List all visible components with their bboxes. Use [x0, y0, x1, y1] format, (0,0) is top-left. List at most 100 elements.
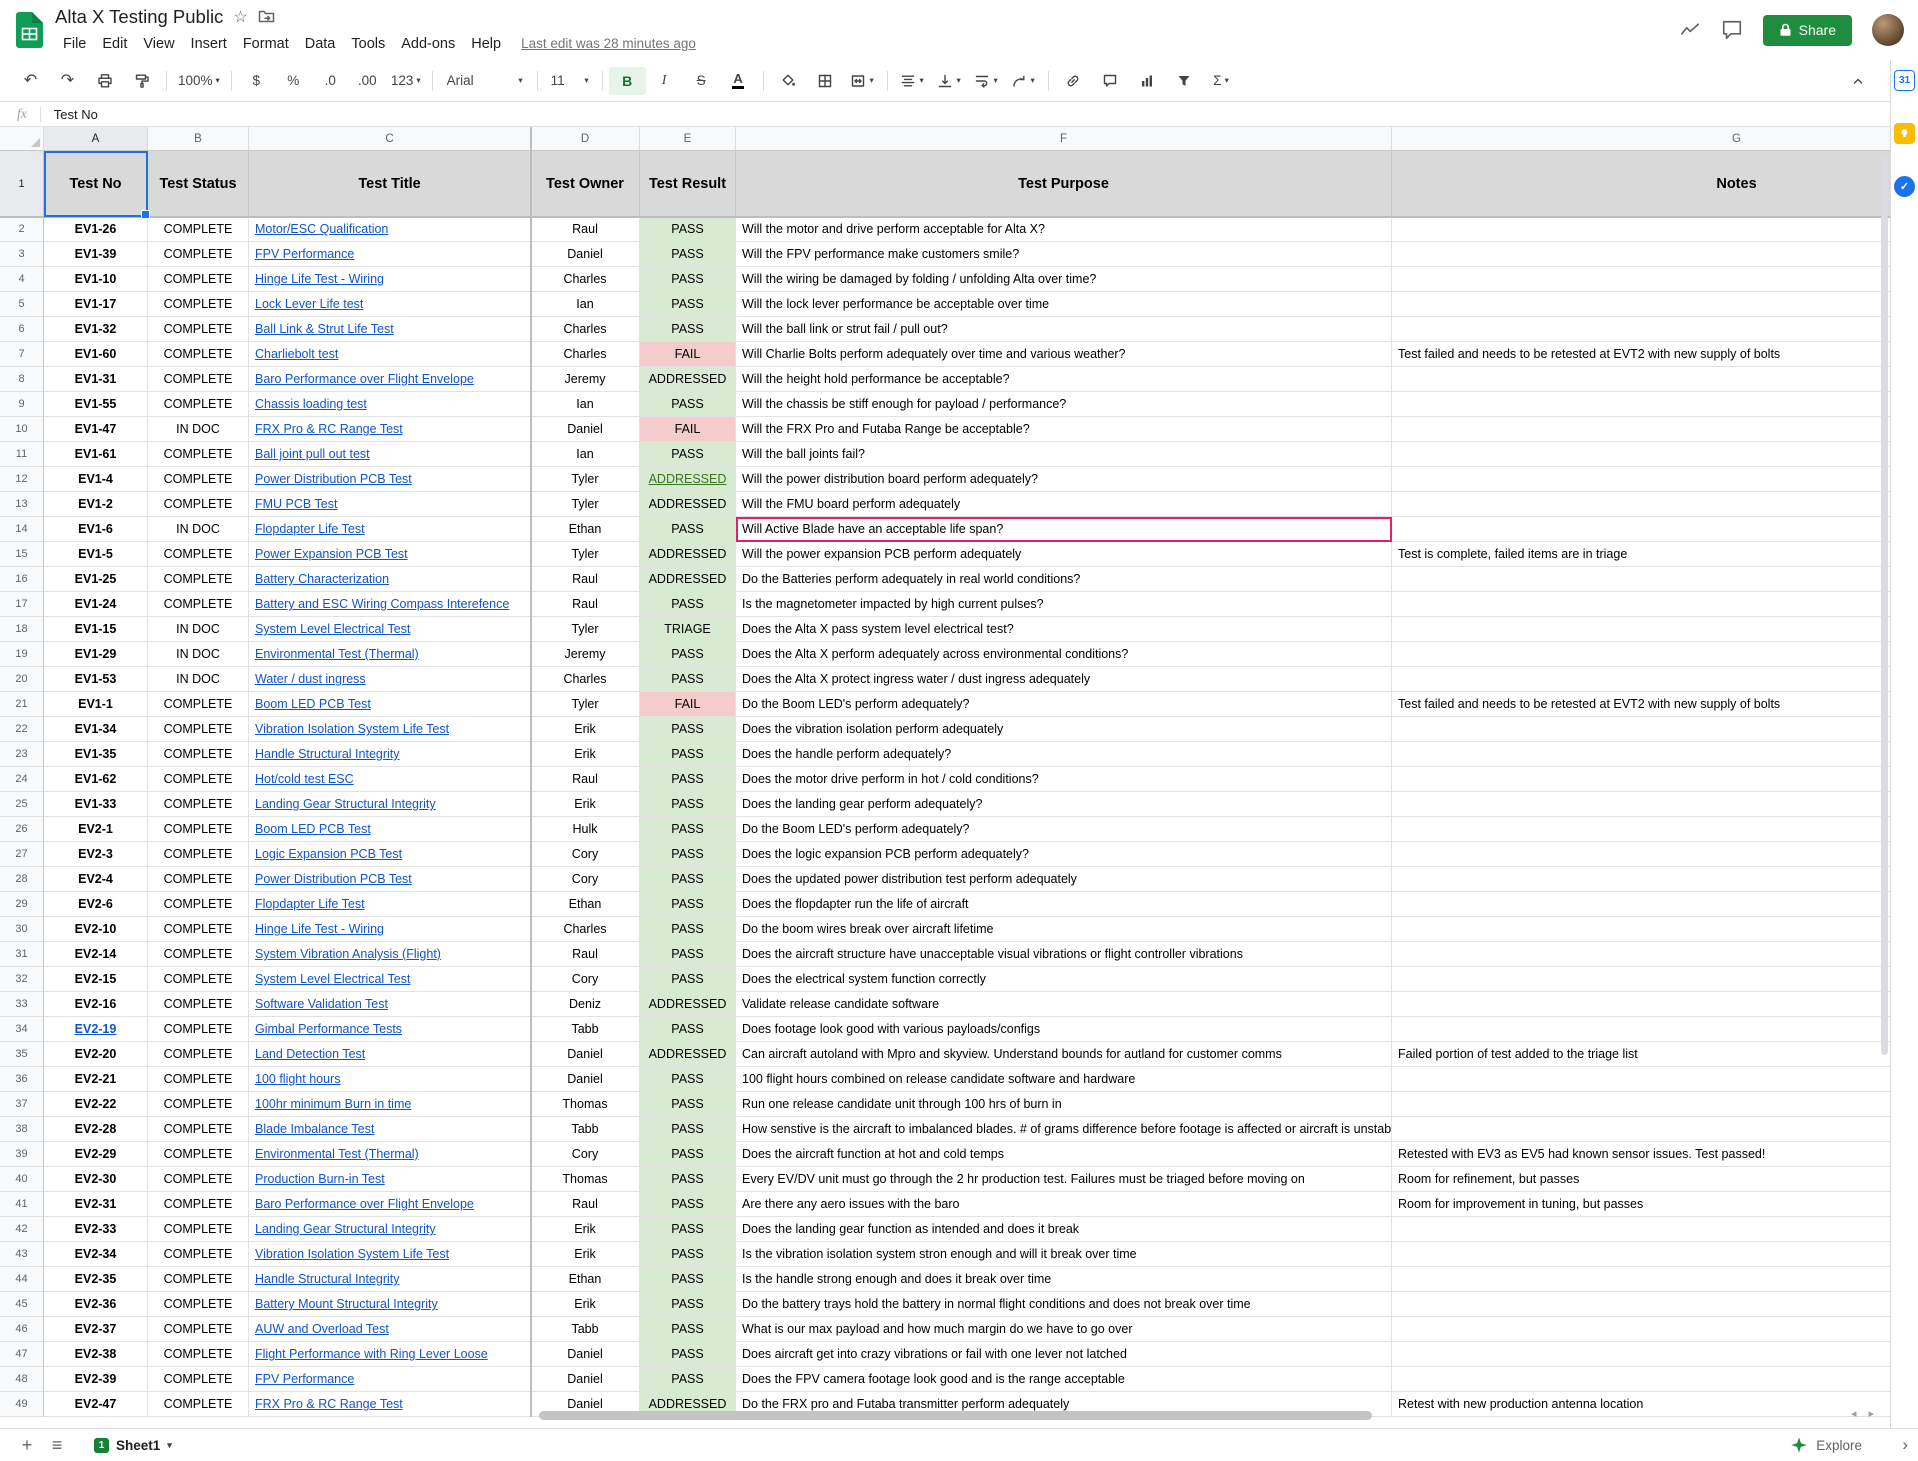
cell-F42[interactable]: Does the landing gear function as intend…	[736, 1217, 1392, 1242]
row-header-45[interactable]: 45	[0, 1292, 44, 1317]
cell-E16[interactable]: ADDRESSED	[640, 567, 736, 592]
keep-icon[interactable]	[1894, 123, 1915, 144]
cell-G37[interactable]	[1392, 1092, 1890, 1117]
cell-B41[interactable]: COMPLETE	[148, 1192, 249, 1217]
row-header-3[interactable]: 3	[0, 242, 44, 267]
cell-F4[interactable]: Will the wiring be damaged by folding / …	[736, 267, 1392, 292]
test-title-link[interactable]: FPV Performance	[255, 1372, 354, 1386]
test-title-link[interactable]: Hinge Life Test - Wiring	[255, 272, 384, 286]
horizontal-scrollbar[interactable]	[539, 1411, 1372, 1420]
last-edit-link[interactable]: Last edit was 28 minutes ago	[521, 36, 696, 51]
cell-B22[interactable]: COMPLETE	[148, 717, 249, 742]
cell-F25[interactable]: Does the landing gear perform adequately…	[736, 792, 1392, 817]
cell-F5[interactable]: Will the lock lever performance be accep…	[736, 292, 1392, 317]
cell-D32[interactable]: Cory	[531, 967, 640, 992]
test-title-link[interactable]: Water / dust ingress	[255, 672, 366, 686]
cell-F31[interactable]: Does the aircraft structure have unaccep…	[736, 942, 1392, 967]
cell-F12[interactable]: Will the power distribution board perfor…	[736, 467, 1392, 492]
cell-F23[interactable]: Does the handle perform adequately?	[736, 742, 1392, 767]
vertical-align-button[interactable]: ▾	[931, 67, 968, 95]
cell-G18[interactable]	[1392, 617, 1890, 642]
cell-D9[interactable]: Ian	[531, 392, 640, 417]
cell-G25[interactable]	[1392, 792, 1890, 817]
cell-A42[interactable]: EV2-33	[44, 1217, 148, 1242]
cell-E25[interactable]: PASS	[640, 792, 736, 817]
vertical-scrollbar[interactable]	[1881, 155, 1888, 1055]
test-title-link[interactable]: System Level Electrical Test	[255, 972, 410, 986]
cell-E8[interactable]: ADDRESSED	[640, 367, 736, 392]
header-cell-status[interactable]: Test Status	[148, 151, 249, 217]
result-link[interactable]: ADDRESSED	[649, 472, 727, 486]
test-title-link[interactable]: Hot/cold test ESC	[255, 772, 354, 786]
cell-G40[interactable]: Room for refinement, but passes	[1392, 1167, 1890, 1192]
row-header-18[interactable]: 18	[0, 617, 44, 642]
cell-C8[interactable]: Baro Performance over Flight Envelope	[249, 367, 531, 392]
row-header-28[interactable]: 28	[0, 867, 44, 892]
cell-D46[interactable]: Tabb	[531, 1317, 640, 1342]
row-header-25[interactable]: 25	[0, 792, 44, 817]
cell-G12[interactable]	[1392, 467, 1890, 492]
row-header-15[interactable]: 15	[0, 542, 44, 567]
test-title-link[interactable]: Flopdapter Life Test	[255, 522, 365, 536]
cell-E37[interactable]: PASS	[640, 1092, 736, 1117]
menu-format[interactable]: Format	[235, 35, 297, 53]
cell-B19[interactable]: IN DOC	[148, 642, 249, 667]
test-title-link[interactable]: Chassis loading test	[255, 397, 367, 411]
formula-bar[interactable]: fx Test No	[0, 102, 1890, 127]
header-cell-notes[interactable]: Notes	[1392, 151, 1890, 217]
cell-E45[interactable]: PASS	[640, 1292, 736, 1317]
cell-D47[interactable]: Daniel	[531, 1342, 640, 1367]
cell-C20[interactable]: Water / dust ingress	[249, 667, 531, 692]
cell-E44[interactable]: PASS	[640, 1267, 736, 1292]
cell-A34[interactable]: EV2-19	[44, 1017, 148, 1042]
test-title-link[interactable]: AUW and Overload Test	[255, 1322, 389, 1336]
cell-F39[interactable]: Does the aircraft function at hot and co…	[736, 1142, 1392, 1167]
row-header-13[interactable]: 13	[0, 492, 44, 517]
cell-A40[interactable]: EV2-30	[44, 1167, 148, 1192]
horizontal-scroll-buttons[interactable]: ◂ ▸	[1851, 1407, 1874, 1420]
cell-C23[interactable]: Handle Structural Integrity	[249, 742, 531, 767]
test-title-link[interactable]: FMU PCB Test	[255, 497, 337, 511]
test-title-link[interactable]: Charliebolt test	[255, 347, 338, 361]
cell-E15[interactable]: ADDRESSED	[640, 542, 736, 567]
cell-G14[interactable]	[1392, 517, 1890, 542]
explore-button[interactable]: Explore	[1780, 1432, 1872, 1458]
cell-G9[interactable]	[1392, 392, 1890, 417]
cell-G46[interactable]	[1392, 1317, 1890, 1342]
cell-C18[interactable]: System Level Electrical Test	[249, 617, 531, 642]
cell-E2[interactable]: PASS	[640, 217, 736, 242]
cell-B11[interactable]: COMPLETE	[148, 442, 249, 467]
cell-G11[interactable]	[1392, 442, 1890, 467]
cell-A7[interactable]: EV1-60	[44, 342, 148, 367]
cell-B45[interactable]: COMPLETE	[148, 1292, 249, 1317]
cell-D33[interactable]: Deniz	[531, 992, 640, 1017]
cell-B43[interactable]: COMPLETE	[148, 1242, 249, 1267]
cell-A8[interactable]: EV1-31	[44, 367, 148, 392]
menu-edit[interactable]: Edit	[94, 35, 135, 53]
cell-C13[interactable]: FMU PCB Test	[249, 492, 531, 517]
cell-G19[interactable]	[1392, 642, 1890, 667]
test-title-link[interactable]: Motor/ESC Qualification	[255, 222, 388, 236]
row-header-23[interactable]: 23	[0, 742, 44, 767]
cell-A23[interactable]: EV1-35	[44, 742, 148, 767]
cell-A49[interactable]: EV2-47	[44, 1392, 148, 1417]
cell-D2[interactable]: Raul	[531, 217, 640, 242]
cell-G8[interactable]	[1392, 367, 1890, 392]
sheets-logo-icon[interactable]	[16, 12, 43, 48]
cell-A26[interactable]: EV2-1	[44, 817, 148, 842]
fill-handle[interactable]	[141, 210, 150, 219]
row-header-30[interactable]: 30	[0, 917, 44, 942]
cell-A38[interactable]: EV2-28	[44, 1117, 148, 1142]
cell-D41[interactable]: Raul	[531, 1192, 640, 1217]
cell-C39[interactable]: Environmental Test (Thermal)	[249, 1142, 531, 1167]
italic-button[interactable]: I	[646, 67, 683, 95]
comments-icon[interactable]	[1721, 19, 1743, 41]
cell-D15[interactable]: Tyler	[531, 542, 640, 567]
cell-E31[interactable]: PASS	[640, 942, 736, 967]
cell-A46[interactable]: EV2-37	[44, 1317, 148, 1342]
cell-C30[interactable]: Hinge Life Test - Wiring	[249, 917, 531, 942]
cell-B26[interactable]: COMPLETE	[148, 817, 249, 842]
cell-G5[interactable]	[1392, 292, 1890, 317]
cell-E41[interactable]: PASS	[640, 1192, 736, 1217]
decrease-decimal-button[interactable]: .0	[312, 67, 349, 95]
